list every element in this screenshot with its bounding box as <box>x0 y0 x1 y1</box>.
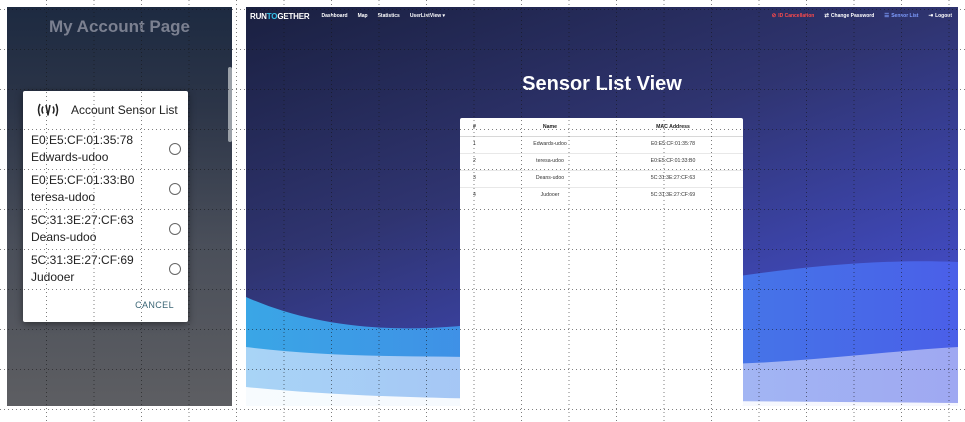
cancel-button[interactable]: CANCEL <box>135 300 174 310</box>
radio-button[interactable] <box>169 263 181 275</box>
top-navbar: RUNTOGETHER Dashboard Map Statistics Use… <box>246 7 958 25</box>
swap-icon: ⇄ <box>824 13 829 19</box>
sensor-option[interactable]: 5C:31:3E:27:CF:63 Deans-udoo <box>31 213 181 249</box>
table-row: 1 Edwards-udoo E0:E5:CF:01:35:78 <box>460 137 743 154</box>
sensor-option[interactable]: E0:E5:CF:01:35:78 Edwards-udoo <box>31 133 181 169</box>
dialog-header: Account Sensor List <box>37 103 178 117</box>
nav-sensor-list[interactable]: ☰ Sensor List <box>884 13 918 19</box>
sensor-table: # Name MAC Address 1 Edwards-udoo E0:E5:… <box>460 118 743 406</box>
navbar-right: ⊘ ID Cancellation ⇄ Change Password ☰ Se… <box>762 7 952 25</box>
nav-dashboard[interactable]: Dashboard <box>321 13 347 19</box>
web-screen: RUNTOGETHER Dashboard Map Statistics Use… <box>246 7 958 406</box>
mobile-screen: My Account Page Account Sensor List E0:E… <box>7 7 232 406</box>
cell-mac: E0:E5:CF:01:35:78 <box>650 141 696 147</box>
table-row: 2 teresa-udoo E0:E5:CF:01:33:B0 <box>460 154 743 171</box>
cell-mac: 5C:31:3E:27:CF:69 <box>650 192 696 198</box>
cancel-circle-icon: ⊘ <box>771 13 777 19</box>
cell-name: Judooer <box>540 192 560 198</box>
cell-name: Deans-udoo <box>535 175 565 181</box>
nav-label: ID Cancellation <box>778 13 815 19</box>
nav-map[interactable]: Map <box>358 13 368 19</box>
cell-index: 2 <box>473 158 476 164</box>
cell-index: 4 <box>473 192 476 198</box>
brand-logo[interactable]: RUNTOGETHER <box>250 11 310 21</box>
sensor-mac: 5C:31:3E:27:CF:69 <box>31 253 134 267</box>
radio-button[interactable] <box>169 223 181 235</box>
header-name: Name <box>542 124 558 130</box>
radio-button[interactable] <box>169 143 181 155</box>
cell-mac: E0:E5:CF:01:33:B0 <box>650 158 696 164</box>
sensor-mac: E0:E5:CF:01:33:B0 <box>31 173 135 187</box>
sensor-option[interactable]: 5C:31:3E:27:CF:69 Judooer <box>31 253 181 289</box>
page-title: Sensor List View <box>522 73 682 95</box>
brand-accent-part: TO <box>266 11 278 21</box>
header-index: # <box>473 124 476 130</box>
brand-part: GETHER <box>277 11 310 21</box>
nav-statistics[interactable]: Statistics <box>378 13 400 19</box>
sensor-mac: E0:E5:CF:01:35:78 <box>31 133 134 147</box>
sensor-mac: 5C:31:3E:27:CF:63 <box>31 213 134 227</box>
mobile-page-title: My Account Page <box>48 17 191 36</box>
nav-label: Change Password <box>830 13 875 19</box>
sensor-name: Deans-udoo <box>31 230 97 244</box>
table-row: 3 Deans-udoo 5C:31:3E:27:CF:63 <box>460 171 743 188</box>
radio-button[interactable] <box>169 183 181 195</box>
logout-icon: ⇥ <box>928 13 934 19</box>
sensor-list-dialog: Account Sensor List E0:E5:CF:01:35:78 Ed… <box>23 91 188 322</box>
sensor-name: teresa-udoo <box>31 190 96 204</box>
cell-index: 1 <box>473 141 476 147</box>
nav-id-cancellation[interactable]: ⊘ ID Cancellation <box>772 13 815 19</box>
sensor-option[interactable]: E0:E5:CF:01:33:B0 teresa-udoo <box>31 173 181 209</box>
table-row: 4 Judooer 5C:31:3E:27:CF:69 <box>460 188 743 205</box>
nav-logout[interactable]: ⇥ Logout <box>928 13 952 19</box>
dialog-title: Account Sensor List <box>71 103 178 117</box>
sensor-signal-icon <box>37 103 59 117</box>
mobile-scrollbar[interactable] <box>228 67 232 142</box>
header-mac: MAC Address <box>656 124 690 130</box>
cell-name: Edwards-udoo <box>533 141 567 147</box>
nav-change-password[interactable]: ⇄ Change Password <box>824 13 874 19</box>
nav-userlistview-dropdown[interactable]: UserListView ▾ <box>410 13 445 19</box>
list-icon: ☰ <box>884 13 890 19</box>
cell-index: 3 <box>473 175 476 181</box>
sensor-name: Edwards-udoo <box>31 150 109 164</box>
cell-mac: 5C:31:3E:27:CF:63 <box>650 175 696 181</box>
sensor-name: Judooer <box>31 270 75 284</box>
table-header-row: # Name MAC Address <box>460 120 743 137</box>
brand-part: RUN <box>250 11 267 21</box>
nav-label: Sensor List <box>891 13 919 19</box>
cell-name: teresa-udoo <box>536 158 564 164</box>
nav-label: Logout <box>935 13 952 19</box>
